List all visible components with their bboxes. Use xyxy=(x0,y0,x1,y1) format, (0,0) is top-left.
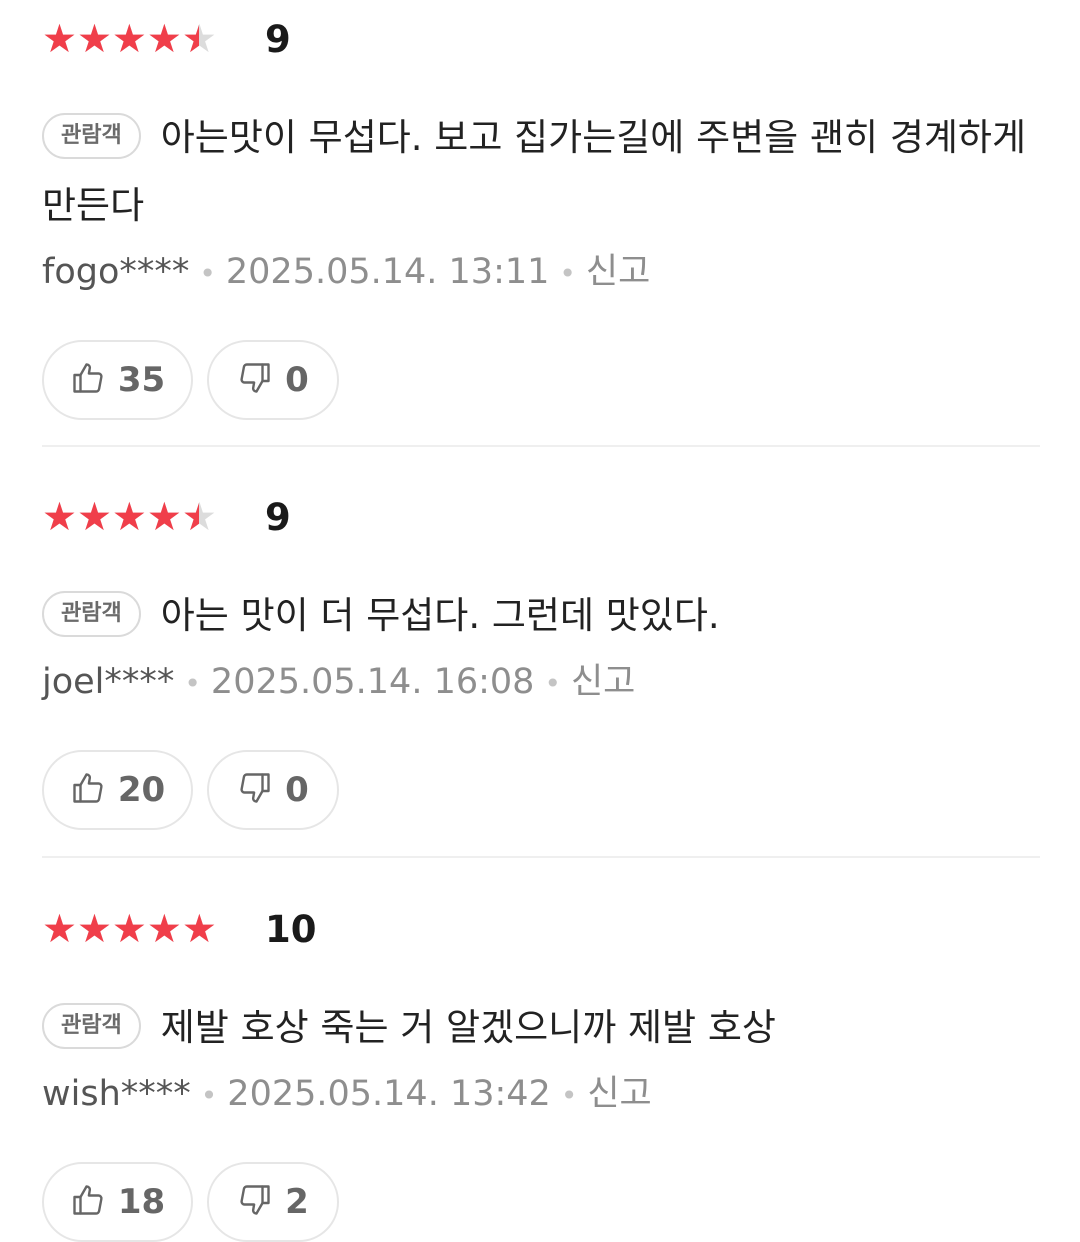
star-rating: ★★★★★ ★★★★★ xyxy=(42,910,247,950)
dislike-count: 0 xyxy=(285,770,309,810)
rating-score: 10 xyxy=(265,908,317,951)
review-divider xyxy=(42,856,1040,858)
rating-row: ★★★★★ ★★★★★ 10 xyxy=(42,910,1040,950)
separator-dot: • xyxy=(559,257,576,290)
thumbs-down-icon xyxy=(237,770,273,810)
star-icons-filled: ★★★★★ xyxy=(42,498,199,538)
viewer-badge: 관람객 xyxy=(42,112,141,159)
like-count: 35 xyxy=(117,360,166,400)
review-text: 아는 맛이 더 무섭다. 그런데 맛있다. xyxy=(160,594,720,637)
separator-dot: • xyxy=(544,667,561,700)
rating-score: 9 xyxy=(265,18,291,61)
viewer-badge: 관람객 xyxy=(42,1002,141,1049)
star-icons-filled: ★★★★★ xyxy=(42,20,199,60)
reviewer-name[interactable]: joel**** xyxy=(42,662,174,702)
review-text-block: 관람객 아는 맛이 더 무섭다. 그런데 맛있다. xyxy=(42,582,1040,650)
separator-dot: • xyxy=(184,667,201,700)
dislike-count: 2 xyxy=(285,1182,309,1222)
review-date: 2025.05.14. 16:08 xyxy=(210,662,535,702)
dislike-button[interactable]: 0 xyxy=(207,750,339,830)
dislike-count: 0 xyxy=(285,360,309,400)
separator-dot: • xyxy=(560,1079,578,1112)
review-item: ★★★★★ ★★★★★ 9 관람객 아는 맛이 더 무섭다. 그런데 맛있다. j… xyxy=(42,498,1040,830)
review-meta: wish**** • 2025.05.14. 13:42 • 신고 xyxy=(42,1064,1040,1126)
separator-dot: • xyxy=(199,257,216,290)
dislike-button[interactable]: 2 xyxy=(207,1162,339,1242)
vote-buttons: 35 0 xyxy=(42,340,1040,420)
separator-dot: • xyxy=(200,1079,218,1112)
star-rating: ★★★★★ ★★★★★ xyxy=(42,498,247,538)
like-button[interactable]: 18 xyxy=(42,1162,193,1242)
rating-row: ★★★★★ ★★★★★ 9 xyxy=(42,20,1040,60)
dislike-button[interactable]: 0 xyxy=(207,340,339,420)
review-text-block: 관람객 제발 호상 죽는 거 알겠으니까 제발 호상 xyxy=(42,994,1040,1062)
like-button[interactable]: 35 xyxy=(42,340,193,420)
review-divider xyxy=(42,445,1040,447)
star-rating: ★★★★★ ★★★★★ xyxy=(42,20,247,60)
review-text-block: 관람객 아는맛이 무섭다. 보고 집가는길에 주변을 괜히 경계하게 만든다 xyxy=(42,104,1040,240)
star-icons-filled: ★★★★★ xyxy=(42,910,217,950)
review-item: ★★★★★ ★★★★★ 10 관람객 제발 호상 죽는 거 알겠으니까 제발 호상… xyxy=(42,910,1040,1242)
review-meta: joel**** • 2025.05.14. 16:08 • 신고 xyxy=(42,652,1040,714)
thumbs-up-icon xyxy=(70,770,106,810)
vote-buttons: 20 0 xyxy=(42,750,1040,830)
reviewer-name[interactable]: wish**** xyxy=(42,1074,191,1114)
report-link[interactable]: 신고 xyxy=(587,1074,651,1114)
vote-buttons: 18 2 xyxy=(42,1162,1040,1242)
like-count: 18 xyxy=(117,1182,166,1222)
rating-row: ★★★★★ ★★★★★ 9 xyxy=(42,498,1040,538)
report-link[interactable]: 신고 xyxy=(586,252,650,292)
review-date: 2025.05.14. 13:42 xyxy=(227,1074,551,1114)
review-item: ★★★★★ ★★★★★ 9 관람객아는맛이 무섭다. 보고 집가는길에 주변을 … xyxy=(42,20,1040,420)
report-link[interactable]: 신고 xyxy=(571,662,635,702)
review-text: 아는맛이 무섭다. 보고 집가는길에 주변을 괜히 경계하게 만든다 xyxy=(42,116,1026,227)
thumbs-down-icon xyxy=(237,1182,273,1222)
review-meta: fogo**** • 2025.05.14. 13:11 • 신고 xyxy=(42,242,1040,304)
reviewer-name[interactable]: fogo**** xyxy=(42,252,189,292)
review-date: 2025.05.14. 13:11 xyxy=(225,252,550,292)
review-text: 제발 호상 죽는 거 알겠으니까 제발 호상 xyxy=(160,1006,776,1049)
rating-score: 9 xyxy=(265,496,291,539)
thumbs-down-icon xyxy=(237,360,273,400)
thumbs-up-icon xyxy=(70,360,106,400)
like-button[interactable]: 20 xyxy=(42,750,193,830)
like-count: 20 xyxy=(117,770,166,810)
viewer-badge: 관람객 xyxy=(42,590,141,637)
thumbs-up-icon xyxy=(70,1182,106,1222)
